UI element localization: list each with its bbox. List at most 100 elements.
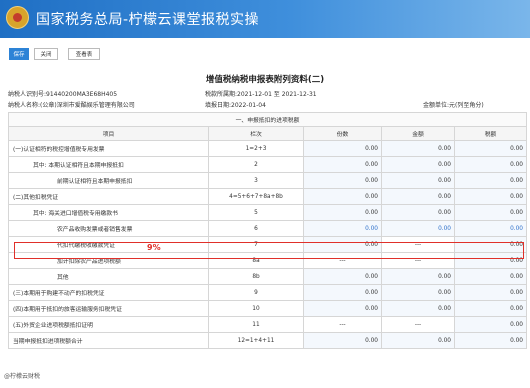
fill-date-label: 填报日期: bbox=[205, 102, 232, 109]
row-item: (四)本期用于抵扣的旅客运输服务扣税凭证 bbox=[8, 300, 209, 317]
row-copies-input[interactable]: 0.00 bbox=[303, 284, 382, 301]
row-copies-input[interactable]: 0.00 bbox=[303, 156, 382, 173]
row-copies-na: --- bbox=[303, 316, 382, 333]
row-copies-input[interactable]: 0.00 bbox=[303, 188, 382, 205]
row-copies-input[interactable]: 0.00 bbox=[303, 300, 382, 317]
header-item: 项目 bbox=[8, 126, 209, 141]
row-amount-input[interactable]: 0.00 bbox=[381, 156, 455, 173]
amount-unit: 金额单位:元(列至角分) bbox=[423, 100, 484, 109]
row-amount-input[interactable]: 0.00 bbox=[381, 268, 455, 285]
tax-period: 税款所属期:2021-12-01 至 2021-12-31 bbox=[205, 89, 317, 98]
view-table-button[interactable]: 查看表 bbox=[68, 48, 100, 60]
table-row: (四)本期用于抵扣的旅客运输服务扣税凭证 10 0.00 0.00 0.00 bbox=[8, 300, 527, 317]
row-amount-na: --- bbox=[381, 252, 455, 269]
header-tax: 税额 bbox=[454, 126, 527, 141]
table-row: 其他 8b 0.00 0.00 0.00 bbox=[8, 268, 527, 285]
row-item: 代扣代缴税收缴款凭证 bbox=[8, 236, 209, 253]
tax-period-value: 2021-12-01 至 2021-12-31 bbox=[237, 91, 317, 98]
row-amount-input[interactable]: 0.00 bbox=[381, 220, 455, 237]
amount-unit-label: 金额单位: bbox=[423, 102, 450, 109]
tax-period-label: 税款所属期: bbox=[205, 91, 238, 98]
taxpayer-id-value: 91440200MA3E68H405 bbox=[46, 91, 118, 98]
row-tax-input[interactable]: 0.00 bbox=[454, 140, 527, 157]
row-amount-input[interactable]: 0.00 bbox=[381, 140, 455, 157]
row-tax-input[interactable]: 0.00 bbox=[454, 220, 527, 237]
row-copies-input[interactable]: 0.00 bbox=[303, 172, 382, 189]
row-amount-input[interactable]: 0.00 bbox=[381, 204, 455, 221]
row-copies-input[interactable]: 0.00 bbox=[303, 268, 382, 285]
row-line: 7 bbox=[208, 236, 304, 253]
row-amount-input[interactable]: 0.00 bbox=[381, 300, 455, 317]
fill-date-value: 2022-01-04 bbox=[231, 102, 266, 109]
tax-emblem-icon bbox=[6, 6, 29, 29]
taxpayer-id: 纳税人识别号:91440200MA3E68H405 bbox=[8, 89, 117, 98]
row-amount-na: --- bbox=[381, 316, 455, 333]
close-button[interactable]: 关闭 bbox=[34, 48, 58, 60]
row-copies-input[interactable]: 0.00 bbox=[303, 204, 382, 221]
row-tax-input[interactable]: 0.00 bbox=[454, 172, 527, 189]
save-button[interactable]: 保存 bbox=[9, 48, 29, 60]
row-amount-input[interactable]: 0.00 bbox=[381, 284, 455, 301]
row-tax-input[interactable]: 0.00 bbox=[454, 204, 527, 221]
watermark: @柠檬云财税 bbox=[4, 373, 41, 380]
row-copies-input[interactable]: 0.00 bbox=[303, 236, 382, 253]
row-amount-input[interactable]: 0.00 bbox=[381, 332, 455, 349]
row-copies-na: --- bbox=[303, 252, 382, 269]
row-line: 2 bbox=[208, 156, 304, 173]
row-line: 1=2+3 bbox=[208, 140, 304, 157]
table-row: 当期申报抵扣进项税额合计 12=1+4+11 0.00 0.00 0.00 bbox=[8, 332, 527, 349]
row-line: 11 bbox=[208, 316, 304, 333]
row-tax-input[interactable]: 0.00 bbox=[454, 316, 527, 333]
row-item: (五)外贸企业进项税额抵扣证明 bbox=[8, 316, 209, 333]
row-copies-input[interactable]: 0.00 bbox=[303, 332, 382, 349]
row-line: 8a bbox=[208, 252, 304, 269]
amount-unit-value: 元(列至角分) bbox=[449, 102, 484, 109]
table-row: 其中: 海关进口增值税专用缴款书 5 0.00 0.00 0.00 bbox=[8, 204, 527, 221]
row-tax-input[interactable]: 0.00 bbox=[454, 268, 527, 285]
row-copies-input[interactable]: 0.00 bbox=[303, 220, 382, 237]
table-row: 代扣代缴税收缴款凭证 7 0.00 --- 0.00 bbox=[8, 236, 527, 253]
header-copies: 份数 bbox=[303, 126, 382, 141]
row-item: 前期认证相符且本期申报抵扣 bbox=[8, 172, 209, 189]
rate-annotation: 9% bbox=[147, 243, 161, 252]
header-line: 栏次 bbox=[208, 126, 304, 141]
deduction-table: 一、申报抵扣的进项税额 项目 栏次 份数 金额 税额 (一)认证相符的税控增值税… bbox=[8, 112, 527, 349]
row-tax-input[interactable]: 0.00 bbox=[454, 156, 527, 173]
row-item: (三)本期用于购建不动产的扣税凭证 bbox=[8, 284, 209, 301]
row-tax-input[interactable]: 0.00 bbox=[454, 284, 527, 301]
row-item: 当期申报抵扣进项税额合计 bbox=[8, 332, 209, 349]
row-tax-input[interactable]: 0.00 bbox=[454, 300, 527, 317]
row-tax-input[interactable]: 0.00 bbox=[454, 332, 527, 349]
row-tax-input[interactable]: 0.00 bbox=[454, 236, 527, 253]
row-item: 其中: 海关进口增值税专用缴款书 bbox=[8, 204, 209, 221]
taxpayer-id-label: 纳税人识别号: bbox=[8, 91, 47, 98]
table-row: 加计扣除农产品进项税额 8a --- --- 0.00 bbox=[8, 252, 527, 269]
table-row: (一)认证相符的税控增值税专用发票 1=2+3 0.00 0.00 0.00 bbox=[8, 140, 527, 157]
form-title: 增值税纳税申报表附列资料(二) bbox=[205, 75, 325, 85]
row-line: 5 bbox=[208, 204, 304, 221]
row-line: 9 bbox=[208, 284, 304, 301]
row-item: (二)其他扣税凭证 bbox=[8, 188, 209, 205]
row-amount-input[interactable]: 0.00 bbox=[381, 188, 455, 205]
row-amount-na: --- bbox=[381, 236, 455, 253]
section-title: 一、申报抵扣的进项税额 bbox=[8, 112, 527, 127]
row-item: (一)认证相符的税控增值税专用发票 bbox=[8, 140, 209, 157]
table-row: (二)其他扣税凭证 4=5+6+7+8a+8b 0.00 0.00 0.00 bbox=[8, 188, 527, 205]
header-amount: 金额 bbox=[381, 126, 455, 141]
row-line: 12=1+4+11 bbox=[208, 332, 304, 349]
row-line: 10 bbox=[208, 300, 304, 317]
row-tax-input[interactable]: 0.00 bbox=[454, 188, 527, 205]
row-line: 4=5+6+7+8a+8b bbox=[208, 188, 304, 205]
row-item: 农产品收购发票或者销售发票 bbox=[8, 220, 209, 237]
app-header: 国家税务总局-柠檬云课堂报税实操 bbox=[0, 0, 530, 38]
table-row: 其中: 本期认证相符且本期申报抵扣 2 0.00 0.00 0.00 bbox=[8, 156, 527, 173]
fill-date: 填报日期:2022-01-04 bbox=[205, 100, 266, 109]
row-amount-input[interactable]: 0.00 bbox=[381, 172, 455, 189]
row-copies-input[interactable]: 0.00 bbox=[303, 140, 382, 157]
table-row: (三)本期用于购建不动产的扣税凭证 9 0.00 0.00 0.00 bbox=[8, 284, 527, 301]
row-line: 8b bbox=[208, 268, 304, 285]
row-item: 加计扣除农产品进项税额 bbox=[8, 252, 209, 269]
row-line: 3 bbox=[208, 172, 304, 189]
row-tax-input[interactable]: 0.00 bbox=[454, 252, 527, 269]
table-header-row: 项目 栏次 份数 金额 税额 bbox=[8, 126, 527, 141]
